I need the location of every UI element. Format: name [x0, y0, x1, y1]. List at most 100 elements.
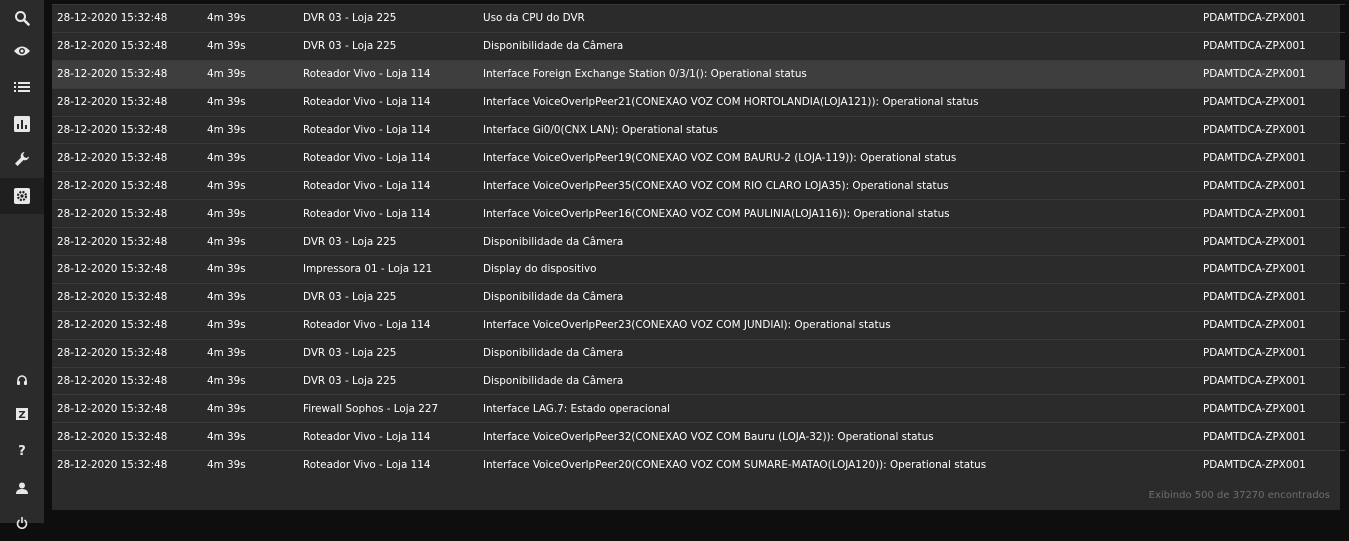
event-problem[interactable]: Interface VoiceOverIpPeer20(CONEXAO VOZ …: [483, 450, 1203, 479]
event-problem[interactable]: Interface VoiceOverIpPeer35(CONEXAO VOZ …: [483, 171, 1203, 200]
event-problem[interactable]: Interface LAG.7: Estado operacional: [483, 394, 1203, 423]
event-time: 28-12-2020 15:32:48: [52, 59, 207, 89]
results-summary: Exibindo 500 de 37270 encontrados: [1148, 490, 1330, 501]
event-host[interactable]: DVR 03 - Loja 225: [303, 338, 483, 368]
event-proxy: PDAMTDCA-ZPX001: [1203, 171, 1345, 200]
sidebar-share[interactable]: Z: [0, 396, 44, 432]
table-row[interactable]: 28-12-2020 15:32:48 4m 39s DVR 03 - Loja 2…: [52, 282, 1345, 312]
event-host[interactable]: Roteador Vivo - Loja 114: [303, 310, 483, 340]
event-proxy: PDAMTDCA-ZPX001: [1203, 282, 1345, 312]
sidebar-inventory[interactable]: [0, 69, 44, 105]
zabbix-icon: Z: [16, 408, 28, 420]
event-time: 28-12-2020 15:32:48: [52, 4, 207, 33]
event-proxy: PDAMTDCA-ZPX001: [1203, 422, 1345, 451]
event-problem[interactable]: Interface Foreign Exchange Station 0/3/1…: [483, 59, 1203, 89]
sidebar-sign-out[interactable]: [0, 505, 44, 541]
event-duration: 4m 39s: [207, 171, 303, 200]
table-row[interactable]: 28-12-2020 15:32:48 4m 39s DVR 03 - Loja 2…: [52, 4, 1345, 33]
event-time: 28-12-2020 15:32:48: [52, 171, 207, 200]
sidebar-reports[interactable]: [0, 106, 44, 142]
problems-table: 28-12-2020 15:32:48 4m 39s DVR 03 - Loja 2…: [52, 4, 1345, 479]
table-row[interactable]: 28-12-2020 15:32:48 4m 39s Roteador Vivo -…: [52, 87, 1345, 117]
event-host[interactable]: Roteador Vivo - Loja 114: [303, 87, 483, 117]
event-proxy: PDAMTDCA-ZPX001: [1203, 31, 1345, 61]
event-proxy: PDAMTDCA-ZPX001: [1203, 4, 1345, 33]
event-problem[interactable]: Disponibilidade da Câmera: [483, 366, 1203, 395]
sidebar-support[interactable]: [0, 362, 44, 398]
event-host[interactable]: DVR 03 - Loja 225: [303, 4, 483, 33]
event-problem[interactable]: Interface VoiceOverIpPeer16(CONEXAO VOZ …: [483, 199, 1203, 228]
event-host[interactable]: DVR 03 - Loja 225: [303, 282, 483, 312]
sidebar-user-settings[interactable]: [0, 470, 44, 506]
event-problem[interactable]: Disponibilidade da Câmera: [483, 338, 1203, 368]
table-row[interactable]: 28-12-2020 15:32:48 4m 39s Roteador Vivo -…: [52, 422, 1345, 451]
event-host[interactable]: Roteador Vivo - Loja 114: [303, 143, 483, 172]
table-row[interactable]: 28-12-2020 15:32:48 4m 39s Roteador Vivo -…: [52, 310, 1345, 340]
event-duration: 4m 39s: [207, 199, 303, 228]
table-row[interactable]: 28-12-2020 15:32:48 4m 39s Roteador Vivo -…: [52, 450, 1345, 479]
event-proxy: PDAMTDCA-ZPX001: [1203, 394, 1345, 423]
event-host[interactable]: Firewall Sophos - Loja 227: [303, 394, 483, 423]
sidebar-configuration[interactable]: [0, 141, 44, 177]
event-problem[interactable]: Display do dispositivo: [483, 255, 1203, 284]
event-proxy: PDAMTDCA-ZPX001: [1203, 87, 1345, 117]
table-row[interactable]: 28-12-2020 15:32:48 4m 39s DVR 03 - Loja 2…: [52, 338, 1345, 368]
event-problem[interactable]: Interface VoiceOverIpPeer23(CONEXAO VOZ …: [483, 310, 1203, 340]
event-time: 28-12-2020 15:32:48: [52, 227, 207, 256]
event-host[interactable]: DVR 03 - Loja 225: [303, 366, 483, 395]
event-proxy: PDAMTDCA-ZPX001: [1203, 338, 1345, 368]
table-row[interactable]: 28-12-2020 15:32:48 4m 39s DVR 03 - Loja 2…: [52, 227, 1345, 256]
help-icon: ?: [18, 443, 26, 459]
event-duration: 4m 39s: [207, 227, 303, 256]
event-problem[interactable]: Disponibilidade da Câmera: [483, 31, 1203, 61]
wrench-icon: [15, 152, 29, 166]
user-icon: [16, 482, 28, 494]
table-row[interactable]: 28-12-2020 15:32:48 4m 39s Roteador Vivo -…: [52, 199, 1345, 228]
event-duration: 4m 39s: [207, 31, 303, 61]
event-problem[interactable]: Interface VoiceOverIpPeer19(CONEXAO VOZ …: [483, 143, 1203, 172]
event-problem[interactable]: Disponibilidade da Câmera: [483, 227, 1203, 256]
event-duration: 4m 39s: [207, 4, 303, 33]
event-problem[interactable]: Interface VoiceOverIpPeer21(CONEXAO VOZ …: [483, 87, 1203, 117]
table-row[interactable]: 28-12-2020 15:32:48 4m 39s DVR 03 - Loja 2…: [52, 366, 1345, 395]
search-icon: [15, 11, 30, 26]
event-host[interactable]: Roteador Vivo - Loja 114: [303, 422, 483, 451]
event-host[interactable]: Impressora 01 - Loja 121: [303, 255, 483, 284]
event-time: 28-12-2020 15:32:48: [52, 282, 207, 312]
sidebar-monitoring[interactable]: [0, 33, 44, 69]
table-row[interactable]: 28-12-2020 15:32:48 4m 39s Roteador Vivo -…: [52, 171, 1345, 200]
event-duration: 4m 39s: [207, 338, 303, 368]
list-icon: [14, 82, 30, 92]
sidebar-search[interactable]: [0, 0, 44, 36]
event-duration: 4m 39s: [207, 450, 303, 479]
table-row[interactable]: 28-12-2020 15:32:48 4m 39s Roteador Vivo -…: [52, 59, 1345, 89]
event-proxy: PDAMTDCA-ZPX001: [1203, 366, 1345, 395]
event-duration: 4m 39s: [207, 366, 303, 395]
event-time: 28-12-2020 15:32:48: [52, 338, 207, 368]
event-proxy: PDAMTDCA-ZPX001: [1203, 199, 1345, 228]
event-host[interactable]: Roteador Vivo - Loja 114: [303, 199, 483, 228]
table-row[interactable]: 28-12-2020 15:32:48 4m 39s DVR 03 - Loja 2…: [52, 31, 1345, 61]
event-host[interactable]: Roteador Vivo - Loja 114: [303, 59, 483, 89]
table-row[interactable]: 28-12-2020 15:32:48 4m 39s Roteador Vivo -…: [52, 143, 1345, 172]
sidebar-help[interactable]: ?: [0, 433, 44, 469]
event-host[interactable]: Roteador Vivo - Loja 114: [303, 171, 483, 200]
event-duration: 4m 39s: [207, 310, 303, 340]
event-host[interactable]: DVR 03 - Loja 225: [303, 227, 483, 256]
event-problem[interactable]: Disponibilidade da Câmera: [483, 282, 1203, 312]
sidebar-administration[interactable]: [0, 178, 44, 214]
event-problem[interactable]: Interface Gi0/0(CNX LAN): Operational st…: [483, 115, 1203, 144]
table-row[interactable]: 28-12-2020 15:32:48 4m 39s Firewall Sophos…: [52, 394, 1345, 423]
event-time: 28-12-2020 15:32:48: [52, 199, 207, 228]
event-host[interactable]: Roteador Vivo - Loja 114: [303, 115, 483, 144]
event-time: 28-12-2020 15:32:48: [52, 394, 207, 423]
chart-icon: [14, 116, 30, 132]
event-problem[interactable]: Uso da CPU do DVR: [483, 4, 1203, 33]
table-row[interactable]: 28-12-2020 15:32:48 4m 39s Roteador Vivo -…: [52, 115, 1345, 144]
settings-icon: [14, 188, 30, 204]
event-problem[interactable]: Interface VoiceOverIpPeer32(CONEXAO VOZ …: [483, 422, 1203, 451]
event-host[interactable]: Roteador Vivo - Loja 114: [303, 450, 483, 479]
event-host[interactable]: DVR 03 - Loja 225: [303, 31, 483, 61]
event-time: 28-12-2020 15:32:48: [52, 31, 207, 61]
table-row[interactable]: 28-12-2020 15:32:48 4m 39s Impressora 01 -…: [52, 255, 1345, 284]
